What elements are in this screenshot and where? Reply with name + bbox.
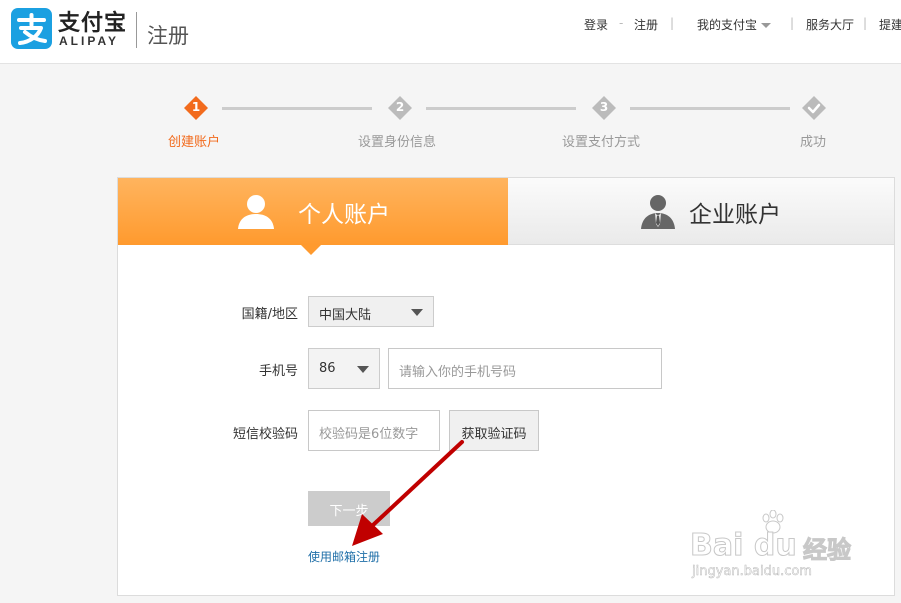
step-1-number: 1 [191,100,201,114]
tab-business-label: 企业账户 [689,202,781,228]
page-title: 注册 [147,24,189,48]
phone-input[interactable]: 请输入你的手机号码 [388,348,662,389]
step-connector [630,107,790,110]
business-person-icon [641,195,675,229]
step-1-label: 创建账户 [168,135,221,150]
chevron-down-icon [357,366,369,373]
tab-business-account[interactable]: 企业账户 [508,178,894,245]
logo-divider [136,12,137,48]
watermark-url: jingyan.baidu.com [692,564,812,580]
nationality-label: 国籍/地区 [241,307,298,322]
nationality-select[interactable]: 中国大陆 [308,296,434,327]
step-connector [426,107,576,110]
email-register-link[interactable]: 使用邮箱注册 [308,548,380,565]
step-3-label: 设置支付方式 [562,135,641,150]
tab-personal-label: 个人账户 [298,202,390,228]
my-alipay-menu[interactable]: 我的支付宝 [697,16,772,33]
phone-label: 手机号 [258,364,298,379]
step-2-marker: 2 [388,96,412,120]
country-code-value: 86 [319,361,336,376]
tab-personal-account[interactable]: 个人账户 [118,178,508,245]
get-code-button[interactable]: 获取验证码 [449,410,539,451]
step-2-label: 设置身份信息 [358,135,437,150]
logo-text-cn: 支付宝 [58,11,128,36]
watermark-brand: Bai du [690,528,798,564]
step-connector [222,107,372,110]
login-link[interactable]: 登录 [584,16,608,33]
country-code-select[interactable]: 86 [308,348,380,389]
service-hall-link[interactable]: 服务大厅 [806,16,854,33]
register-link[interactable]: 注册 [634,16,658,33]
step-1-marker: 1 [184,96,208,120]
step-3-marker: 3 [592,96,616,120]
sms-code-label: 短信校验码 [232,427,298,442]
chevron-down-icon [411,309,423,316]
more-link[interactable]: 提建 [879,16,901,33]
step-3-number: 3 [599,100,609,114]
active-tab-pointer [301,245,321,255]
nav-divider: | [670,16,675,30]
step-2-number: 2 [395,100,405,114]
sms-code-input[interactable]: 校验码是6位数字 [308,410,440,451]
chevron-down-icon [761,23,772,28]
nationality-value: 中国大陆 [319,308,372,323]
my-alipay-label: 我的支付宝 [697,18,758,32]
watermark-brand-cn: 经验 [803,536,852,565]
person-icon [238,195,274,229]
alipay-logo-icon[interactable] [11,8,52,49]
step-4-label: 成功 [800,135,827,150]
nav-divider: | [863,16,868,30]
header: 支付宝 ALIPAY 注册 登录 - 注册 | 我的支付宝 | 服务大厅 | 提… [0,0,901,64]
nav-divider: | [790,16,795,30]
logo-text-en: ALIPAY [59,34,120,48]
nav-dash: - [619,16,624,30]
next-step-button[interactable]: 下一步 [308,491,390,526]
checkmark-icon [802,96,826,120]
